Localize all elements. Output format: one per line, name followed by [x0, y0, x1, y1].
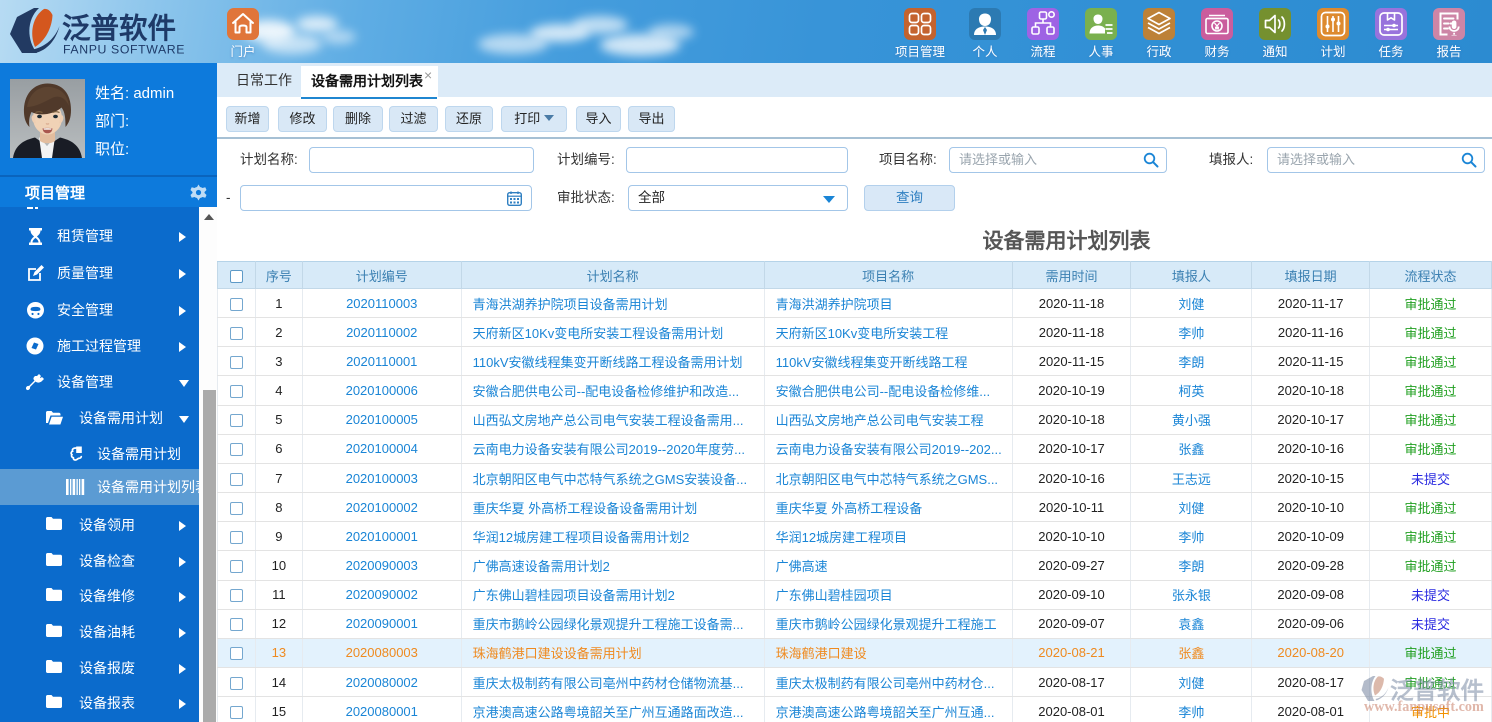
svg-text:FANPU SOFTWARE: FANPU SOFTWARE [63, 43, 185, 57]
svg-text:www.fanpusoft.com: www.fanpusoft.com [1364, 699, 1484, 715]
svg-text:泛普软件: 泛普软件 [62, 13, 176, 45]
